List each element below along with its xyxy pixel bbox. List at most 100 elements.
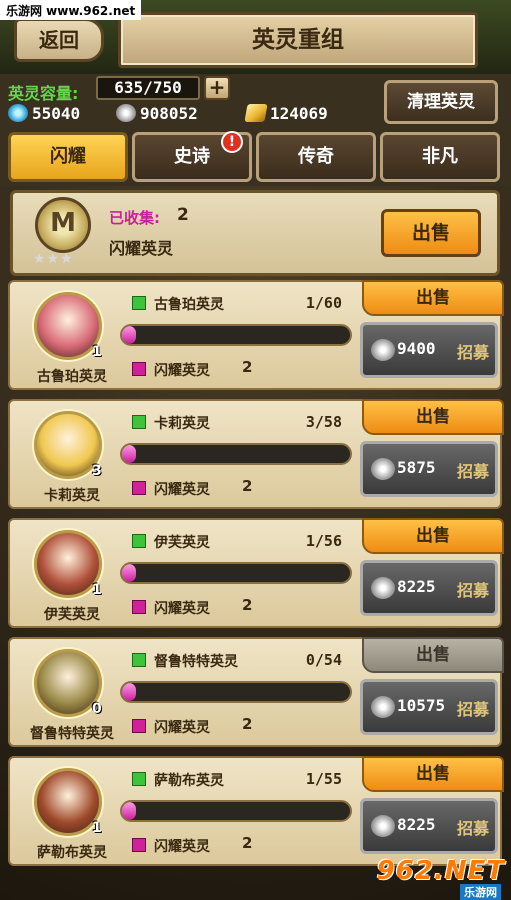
watermark-logo-text: 962.NET: [376, 856, 505, 886]
tab-epic-label: 史诗: [174, 146, 210, 167]
hero-card[interactable]: 0 督鲁特特英灵 督鲁特特英灵 0/54 闪耀英灵 2 出售 10575 招募: [8, 637, 504, 747]
collected-label: 已收集:: [109, 209, 160, 227]
recruit-label: 招募: [456, 343, 489, 362]
hero-name: 古鲁珀英灵: [37, 369, 107, 385]
silver-coin-icon: [371, 696, 395, 718]
shard-progress-bar: [120, 443, 352, 465]
gold-bar-icon: [244, 104, 268, 122]
shine-label: 闪耀英灵: [132, 479, 210, 499]
shine-count: 2: [242, 596, 253, 614]
silver-coin-icon: [116, 104, 136, 122]
recruit-label: 招募: [456, 462, 489, 481]
tab-extraordinary[interactable]: 非凡: [380, 132, 500, 182]
silver-coin-icon: [371, 577, 395, 599]
progress-cap: [122, 683, 136, 701]
crystal-icon: [8, 104, 28, 122]
shine-medal-icon: M: [35, 197, 91, 253]
hero-level: 0: [92, 701, 102, 717]
silver-resource: 908052: [116, 104, 198, 123]
shine-label: 闪耀英灵: [132, 836, 210, 856]
sell-button[interactable]: 出售: [362, 280, 504, 316]
shine-count: 2: [242, 715, 253, 733]
hero-name: 伊芙英灵: [44, 607, 100, 623]
hero-card[interactable]: 1 伊芙英灵 伊芙英灵 1/56 闪耀英灵 2 出售 8225 招募: [8, 518, 504, 628]
clean-heroes-button[interactable]: 清理英灵: [384, 80, 498, 124]
recruit-button[interactable]: 5875 招募: [360, 441, 498, 497]
medal-glyph: M: [50, 208, 76, 238]
star-rating: ★★★: [33, 251, 74, 267]
watermark-logo: 962.NET 乐游网: [373, 856, 505, 900]
expand-capacity-button[interactable]: +: [204, 76, 230, 100]
hero-level: 1: [92, 344, 102, 360]
shine-label: 闪耀英灵: [132, 598, 210, 618]
recruit-price: 8225: [397, 815, 436, 834]
shine-hero-name: 闪耀英灵: [109, 239, 174, 258]
recruit-label: 招募: [456, 581, 489, 600]
recruit-price: 10575: [397, 696, 446, 715]
shard-label: 古鲁珀英灵: [132, 294, 224, 314]
shine-summary-panel: M ★★★ 已收集: 2 闪耀英灵 出售: [10, 190, 500, 276]
progress-cap: [122, 326, 136, 344]
sell-button[interactable]: 出售: [362, 756, 504, 792]
shard-fraction: 0/54: [305, 651, 342, 669]
shine-label: 闪耀英灵: [132, 717, 210, 737]
recruit-button[interactable]: 8225 招募: [360, 560, 498, 616]
hero-name: 督鲁特特英灵: [30, 726, 114, 742]
hero-level: 1: [92, 820, 102, 836]
hero-name: 萨勒布英灵: [37, 845, 107, 861]
sell-button[interactable]: 出售: [362, 637, 504, 673]
sell-shine-button[interactable]: 出售: [381, 209, 481, 257]
shard-progress-bar: [120, 800, 352, 822]
recruit-button[interactable]: 8225 招募: [360, 798, 498, 854]
crystal-value: 55040: [32, 104, 81, 123]
shard-fraction: 1/55: [305, 770, 342, 788]
hero-card[interactable]: 1 古鲁珀英灵 古鲁珀英灵 1/60 闪耀英灵 2 出售 9400 招募: [8, 280, 504, 390]
alert-badge-icon: !: [221, 131, 243, 153]
shard-progress-bar: [120, 324, 352, 346]
shine-label: 闪耀英灵: [132, 360, 210, 380]
shard-label: 督鲁特特英灵: [132, 651, 238, 671]
watermark-logo-sub: 乐游网: [460, 884, 501, 900]
shine-count: 2: [242, 358, 253, 376]
title-plate: 英灵重组: [118, 12, 478, 68]
sell-button[interactable]: 出售: [362, 518, 504, 554]
progress-cap: [122, 445, 136, 463]
tab-shine[interactable]: 闪耀: [8, 132, 128, 182]
shard-fraction: 3/58: [305, 413, 342, 431]
tab-epic[interactable]: 史诗 !: [132, 131, 252, 182]
gold-value: 124069: [270, 104, 328, 123]
rarity-tabs: 闪耀 史诗 ! 传奇 非凡: [0, 130, 511, 186]
back-button[interactable]: 返回: [14, 18, 104, 62]
hero-card[interactable]: 3 卡莉英灵 卡莉英灵 3/58 闪耀英灵 2 出售 5875 招募: [8, 399, 504, 509]
watermark-site: 乐游网 www.962.net: [0, 0, 142, 20]
sell-button[interactable]: 出售: [362, 399, 504, 435]
progress-cap: [122, 564, 136, 582]
tab-legend[interactable]: 传奇: [256, 132, 376, 182]
shine-count: 2: [242, 834, 253, 852]
recruit-button[interactable]: 10575 招募: [360, 679, 498, 735]
shard-fraction: 1/60: [305, 294, 342, 312]
recruit-price: 8225: [397, 577, 436, 596]
recruit-button[interactable]: 9400 招募: [360, 322, 498, 378]
progress-cap: [122, 802, 136, 820]
recruit-price: 9400: [397, 339, 436, 358]
shine-count: 2: [242, 477, 253, 495]
capacity-value: 635/750: [96, 76, 200, 100]
crystal-resource: 55040: [8, 104, 80, 123]
recruit-label: 招募: [456, 700, 489, 719]
shard-fraction: 1/56: [305, 532, 342, 550]
shard-progress-bar: [120, 562, 352, 584]
shard-label: 卡莉英灵: [132, 413, 210, 433]
hero-level: 1: [92, 582, 102, 598]
silver-value: 908052: [140, 104, 198, 123]
silver-coin-icon: [371, 815, 395, 837]
collected-count: 2: [177, 205, 189, 225]
hero-card[interactable]: 1 萨勒布英灵 萨勒布英灵 1/55 闪耀英灵 2 出售 8225 招募: [8, 756, 504, 866]
hero-card-list[interactable]: 1 古鲁珀英灵 古鲁珀英灵 1/60 闪耀英灵 2 出售 9400 招募 3 卡莉英灵 卡莉英灵 3/5…: [0, 280, 511, 900]
recruit-label: 招募: [456, 819, 489, 838]
recruit-price: 5875: [397, 458, 436, 477]
app-root: 乐游网 www.962.net 返回 英灵重组 英灵容量: 635/750 + …: [0, 0, 511, 900]
shard-label: 伊芙英灵: [132, 532, 210, 552]
hero-name: 卡莉英灵: [44, 488, 100, 504]
silver-coin-icon: [371, 339, 395, 361]
